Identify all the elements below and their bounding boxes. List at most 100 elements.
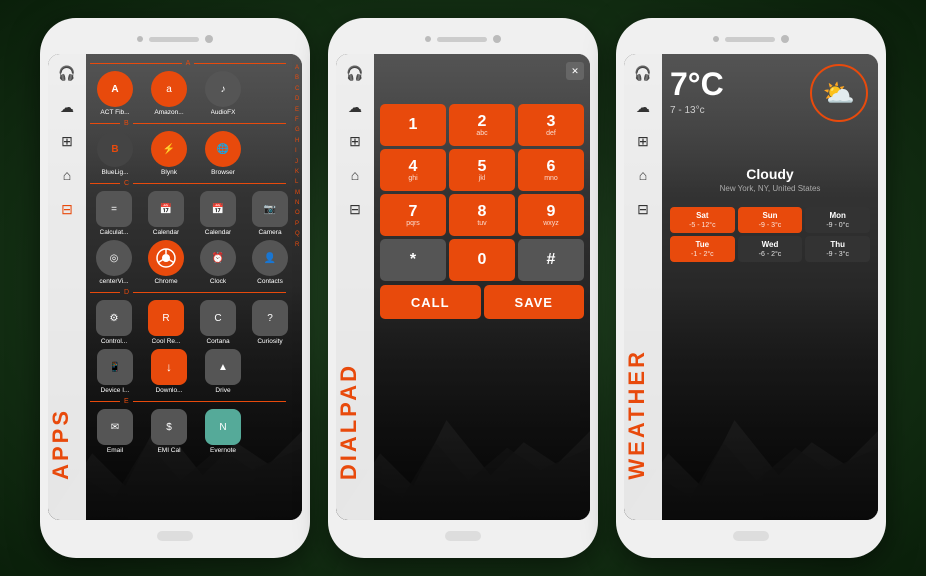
list-item[interactable]: 📷 Camera [246, 191, 294, 236]
apps-screen: 🎧 ☁ ⊞ ⌂ ⊟ APPS A B C D E F G H I J K L [48, 54, 302, 520]
dial-button-hash[interactable]: # [518, 239, 584, 281]
app-label: Chrome [154, 278, 177, 285]
dial-number: # [547, 252, 556, 268]
dial-button-5[interactable]: 5 jkl [449, 149, 515, 191]
weather-location: New York, NY, United States [670, 184, 870, 193]
list-item[interactable]: ⚡ Blynk [144, 131, 194, 176]
list-item[interactable]: ⚙ Control... [90, 300, 138, 345]
dial-button-6[interactable]: 6 mno [518, 149, 584, 191]
dial-button-7[interactable]: 7 pqrs [380, 194, 446, 236]
app-label: Clock [210, 278, 226, 285]
dialpad-grid: 1 2 abc 3 def 4 ghi 5 jkl [374, 104, 590, 281]
list-item[interactable]: N Evernote [198, 409, 248, 454]
weather-screen: 🎧 ☁ ⊞ ⌂ ⊟ WEATHER ⛅ 7°C 7 - 13°c Cloudy … [624, 54, 878, 520]
day-temp: -1 - 2°c [674, 251, 731, 258]
sidebar-grid-icon-3[interactable]: ⊞ [632, 130, 654, 152]
list-item[interactable]: R Cool Re... [142, 300, 190, 345]
sidebar-grid-icon[interactable]: ⊞ [56, 130, 78, 152]
sidebar-headphone-icon[interactable]: 🎧 [56, 62, 78, 84]
list-item[interactable]: ▲ Drive [198, 349, 248, 394]
app-icon-audiofx: ♪ [205, 71, 241, 107]
list-item[interactable]: ◎ centerVi... [90, 240, 138, 285]
dial-button-9[interactable]: 9 wxyz [518, 194, 584, 236]
dial-button-8[interactable]: 8 tuv [449, 194, 515, 236]
list-item[interactable]: ♪ AudioFX [198, 71, 248, 116]
sidebar-menu-icon-3[interactable]: ⊟ [632, 198, 654, 220]
list-item[interactable]: ↓ Downlo... [144, 349, 194, 394]
list-item[interactable]: $ EMI Cal [144, 409, 194, 454]
sidebar-apps-icon[interactable]: ⊟ [56, 198, 78, 220]
dial-letters: pqrs [406, 220, 420, 227]
weather-day-mon[interactable]: Mon -9 - 0°c [805, 207, 870, 233]
dial-button-4[interactable]: 4 ghi [380, 149, 446, 191]
sidebar-menu-icon-2[interactable]: ⊟ [344, 198, 366, 220]
weather-condition: Cloudy [670, 166, 870, 182]
sidebar-grid-icon-2[interactable]: ⊞ [344, 130, 366, 152]
dial-number: 7 [409, 204, 418, 220]
home-button[interactable] [157, 531, 193, 541]
sidebar-cloud-icon-2[interactable]: ☁ [344, 96, 366, 118]
list-item[interactable]: C Cortana [194, 300, 242, 345]
app-label: Evernote [210, 447, 236, 454]
speaker-grille-3 [725, 37, 775, 42]
weather-day-sun[interactable]: Sun -9 - 3°c [738, 207, 803, 233]
dial-button-0[interactable]: 0 [449, 239, 515, 281]
app-label: BlueLig... [101, 169, 128, 176]
home-button-3[interactable] [733, 531, 769, 541]
app-row-a: A ACT Fib... a Amazon... ♪ AudioFX [86, 69, 302, 118]
dial-letters: wxyz [543, 220, 559, 227]
weather-day-tue[interactable]: Tue -1 - 2°c [670, 236, 735, 262]
list-item[interactable]: 👤 Contacts [246, 240, 294, 285]
dial-button-3[interactable]: 3 def [518, 104, 584, 146]
dial-button-2[interactable]: 2 abc [449, 104, 515, 146]
speaker-grille [149, 37, 199, 42]
indicator-a: A [186, 60, 191, 67]
day-temp: -9 - 3°c [742, 222, 799, 229]
list-item[interactable]: 🌐 Browser [198, 131, 248, 176]
sidebar-home-icon-2[interactable]: ⌂ [344, 164, 366, 186]
sidebar-cloud-icon[interactable]: ☁ [56, 96, 78, 118]
dial-button-star[interactable]: * [380, 239, 446, 281]
sidebar-headphone-icon-3[interactable]: 🎧 [632, 62, 654, 84]
weather-icon: ⛅ [823, 78, 855, 109]
day-name: Sat [674, 211, 731, 220]
phone-bottom-bar-2 [336, 524, 590, 548]
app-label: Curiosity [257, 338, 282, 345]
d-indicator-row: D [86, 287, 302, 298]
list-item[interactable]: ✉ Email [90, 409, 140, 454]
dial-number: 5 [478, 159, 487, 175]
sidebar-home-icon[interactable]: ⌂ [56, 164, 78, 186]
dial-number: 0 [478, 252, 487, 268]
dial-letters: mno [544, 175, 558, 182]
call-button[interactable]: CALL [380, 285, 481, 319]
close-button[interactable]: ✕ [566, 62, 584, 80]
list-item[interactable]: 📅 Calendar [194, 191, 242, 236]
home-button-2[interactable] [445, 531, 481, 541]
list-item[interactable]: = Calculat... [90, 191, 138, 236]
app-icon-camera: 📷 [252, 191, 288, 227]
day-name: Wed [742, 240, 799, 249]
day-name: Tue [674, 240, 731, 249]
sidebar-headphone-icon-2[interactable]: 🎧 [344, 62, 366, 84]
list-item[interactable]: B BlueLig... [90, 131, 140, 176]
list-item[interactable]: ? Curiosity [246, 300, 294, 345]
sidebar-cloud-icon-3[interactable]: ☁ [632, 96, 654, 118]
list-item[interactable]: Chrome [142, 240, 190, 285]
weather-day-sat[interactable]: Sat -5 - 12°c [670, 207, 735, 233]
weather-day-wed[interactable]: Wed -6 - 2°c [738, 236, 803, 262]
list-item[interactable]: ⏰ Clock [194, 240, 242, 285]
save-button[interactable]: SAVE [484, 285, 585, 319]
list-item[interactable]: a Amazon... [144, 71, 194, 116]
dial-button-1[interactable]: 1 [380, 104, 446, 146]
app-label: centerVi... [99, 278, 128, 285]
list-item[interactable]: A ACT Fib... [90, 71, 140, 116]
list-item[interactable]: 📅 Calendar [142, 191, 190, 236]
app-icon-emical: $ [151, 409, 187, 445]
phone-dialpad: 🎧 ☁ ⊞ ⌂ ⊟ DIALPAD ✕ 1 2 abc [328, 18, 598, 558]
sidebar-home-icon-3[interactable]: ⌂ [632, 164, 654, 186]
dial-number: 6 [547, 159, 556, 175]
list-item[interactable]: 📱 Device I... [90, 349, 140, 394]
indicator-c: C [124, 180, 129, 187]
dial-number: 9 [547, 204, 556, 220]
weather-day-thu[interactable]: Thu -9 - 3°c [805, 236, 870, 262]
